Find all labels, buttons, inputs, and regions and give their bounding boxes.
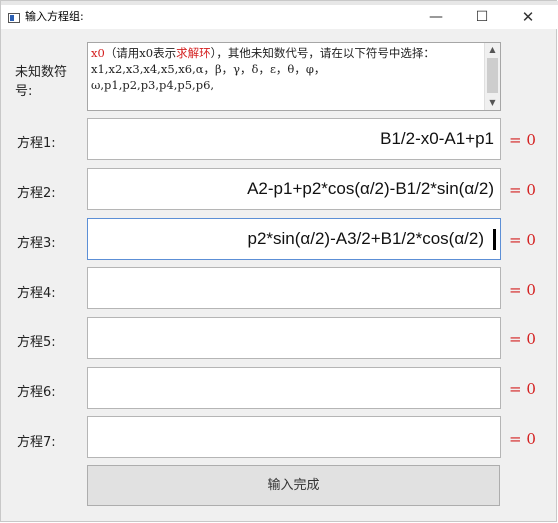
equation-7-rhs: = 0 [509,430,536,448]
scroll-thumb[interactable] [487,58,498,93]
unknowns-label: 未知数符号: [15,65,68,99]
close-button[interactable]: ✕ [505,5,551,29]
equation-4-label: 方程4: [17,286,56,301]
equation-2-input[interactable]: A2-p1+p2*cos(α/2)-B1/2*sin(α/2) [87,168,501,210]
equation-1-rhs: = 0 [509,131,536,149]
equation-5-rhs: = 0 [509,330,536,348]
unknowns-note: （请用x0表示 [104,46,177,60]
equation-6-label: 方程6: [17,385,56,400]
scroll-down-icon[interactable]: ▼ [485,96,500,110]
equation-2-rhs: = 0 [509,181,536,199]
equation-4-rhs: = 0 [509,281,536,299]
equation-5-input[interactable] [87,317,501,359]
unknowns-scrollbar[interactable]: ▲ ▼ [484,43,500,110]
equation-5-label: 方程5: [17,335,56,350]
unknowns-text: x0（请用x0表示求解环），其他未知数代号，请在以下符号中选择： x1,x2,x… [91,45,483,93]
maximize-button[interactable]: ☐ [459,5,505,29]
unknowns-symbols-line2: ω,p1,p2,p3,p4,p5,p6, [91,78,215,92]
equation-3-rhs: = 0 [509,231,536,249]
title-bar: 输入方程组: — ☐ ✕ [1,5,557,29]
equation-input-window: 输入方程组: — ☐ ✕ 未知数符号: x0（请用x0表示求解环），其他未知数代… [0,0,558,522]
unknowns-loop: 求解环 [176,46,211,60]
equation-2-value: A2-p1+p2*cos(α/2)-B1/2*sin(α/2) [247,179,494,198]
equation-1-value: B1/2-x0-A1+p1 [380,129,494,148]
scroll-up-icon[interactable]: ▲ [485,43,500,57]
app-icon [8,13,20,23]
equation-3-input[interactable]: p2*sin(α/2)-A3/2+B1/2*cos(α/2) [87,218,501,260]
equation-7-input[interactable] [87,416,501,458]
equation-6-rhs: = 0 [509,380,536,398]
equation-3-value: p2*sin(α/2)-A3/2+B1/2*cos(α/2) [247,229,484,248]
window-title: 输入方程组: [25,10,84,23]
equation-1-label: 方程1: [17,136,56,151]
input-complete-button[interactable]: 输入完成 [87,465,500,506]
unknowns-instruction: ），其他未知数代号，请在以下符号中选择： [210,46,435,60]
equation-6-input[interactable] [87,367,501,409]
equation-3-label: 方程3: [17,236,56,251]
unknowns-x0: x0 [91,46,105,60]
unknowns-textbox[interactable]: x0（请用x0表示求解环），其他未知数代号，请在以下符号中选择： x1,x2,x… [87,42,501,111]
unknowns-symbols-line1: x1,x2,x3,x4,x5,x6,α，β，γ，δ，ε，θ，φ， [91,62,326,76]
equation-7-label: 方程7: [17,435,56,450]
equation-2-label: 方程2: [17,186,56,201]
equation-4-input[interactable] [87,267,501,309]
equation-1-input[interactable]: B1/2-x0-A1+p1 [87,118,501,160]
minimize-button[interactable]: — [413,5,459,29]
text-cursor [493,229,496,250]
